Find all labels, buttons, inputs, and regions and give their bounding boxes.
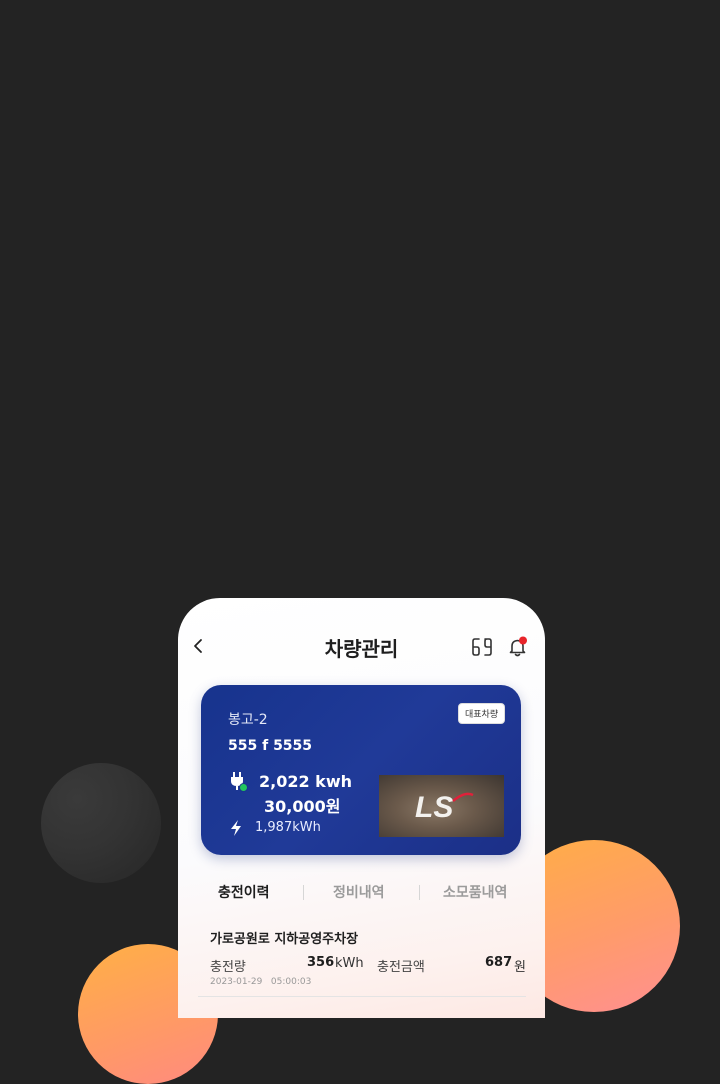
charge-amount-unit: kWh xyxy=(335,956,364,971)
charge-cost-unit: 원 xyxy=(514,960,526,975)
lightning-bolt-icon xyxy=(229,819,243,837)
charged-energy: 1,987kWh xyxy=(255,820,321,835)
ls-logo: LS xyxy=(415,791,474,823)
tab-divider xyxy=(303,885,304,900)
station-name[interactable]: 가로공원로 지하공영주차장 xyxy=(210,928,358,947)
notification-dot xyxy=(519,636,527,645)
history-row: 충전량 356 kWh 충전금액 687 원 xyxy=(210,954,528,975)
representative-vehicle-badge[interactable]: 대표차량 xyxy=(458,703,506,724)
amount-value: 30,000원 xyxy=(264,797,341,816)
charge-amount-label: 충전량 xyxy=(210,960,246,975)
decorative-gray-circle xyxy=(41,763,161,883)
vehicle-image: LS xyxy=(379,775,504,837)
history-date: 2023-01-29 xyxy=(210,977,263,987)
history-time: 05:00:03 xyxy=(270,977,312,987)
vehicle-card[interactable]: 봉고-2 555 f 5555 대표차량 2,022 kwh 30,000원 1… xyxy=(201,685,521,855)
app-header: 차량관리 xyxy=(178,598,545,698)
bell-icon[interactable] xyxy=(507,636,529,658)
history-tabs: 충전이력 정비내역 소모품내역 xyxy=(178,878,545,908)
license-plate: 555 f 5555 xyxy=(228,738,313,754)
tab-maintenance[interactable]: 정비내역 xyxy=(333,882,385,902)
svg-text:LS: LS xyxy=(415,791,453,823)
charge-amount-value: 356 xyxy=(307,955,335,970)
customer-support-icon[interactable] xyxy=(470,636,494,658)
charging-plug-icon xyxy=(229,771,249,793)
list-divider xyxy=(198,996,526,997)
energy-value: 2,022 kwh xyxy=(259,772,352,791)
phone-screen: 차량관리 봉고-2 555 f 5555 대표차량 2,022 kwh 30,0… xyxy=(178,598,545,1018)
history-timestamp: 2023-01-29 05:00:03 xyxy=(210,977,311,987)
charge-cost-value: 687 xyxy=(485,955,513,970)
tab-consumables[interactable]: 소모품내역 xyxy=(443,882,507,902)
charge-cost-label: 충전금액 xyxy=(377,960,425,975)
tab-divider xyxy=(419,885,420,900)
tab-charging-history[interactable]: 충전이력 xyxy=(218,882,270,902)
vehicle-name: 봉고-2 xyxy=(228,712,268,728)
